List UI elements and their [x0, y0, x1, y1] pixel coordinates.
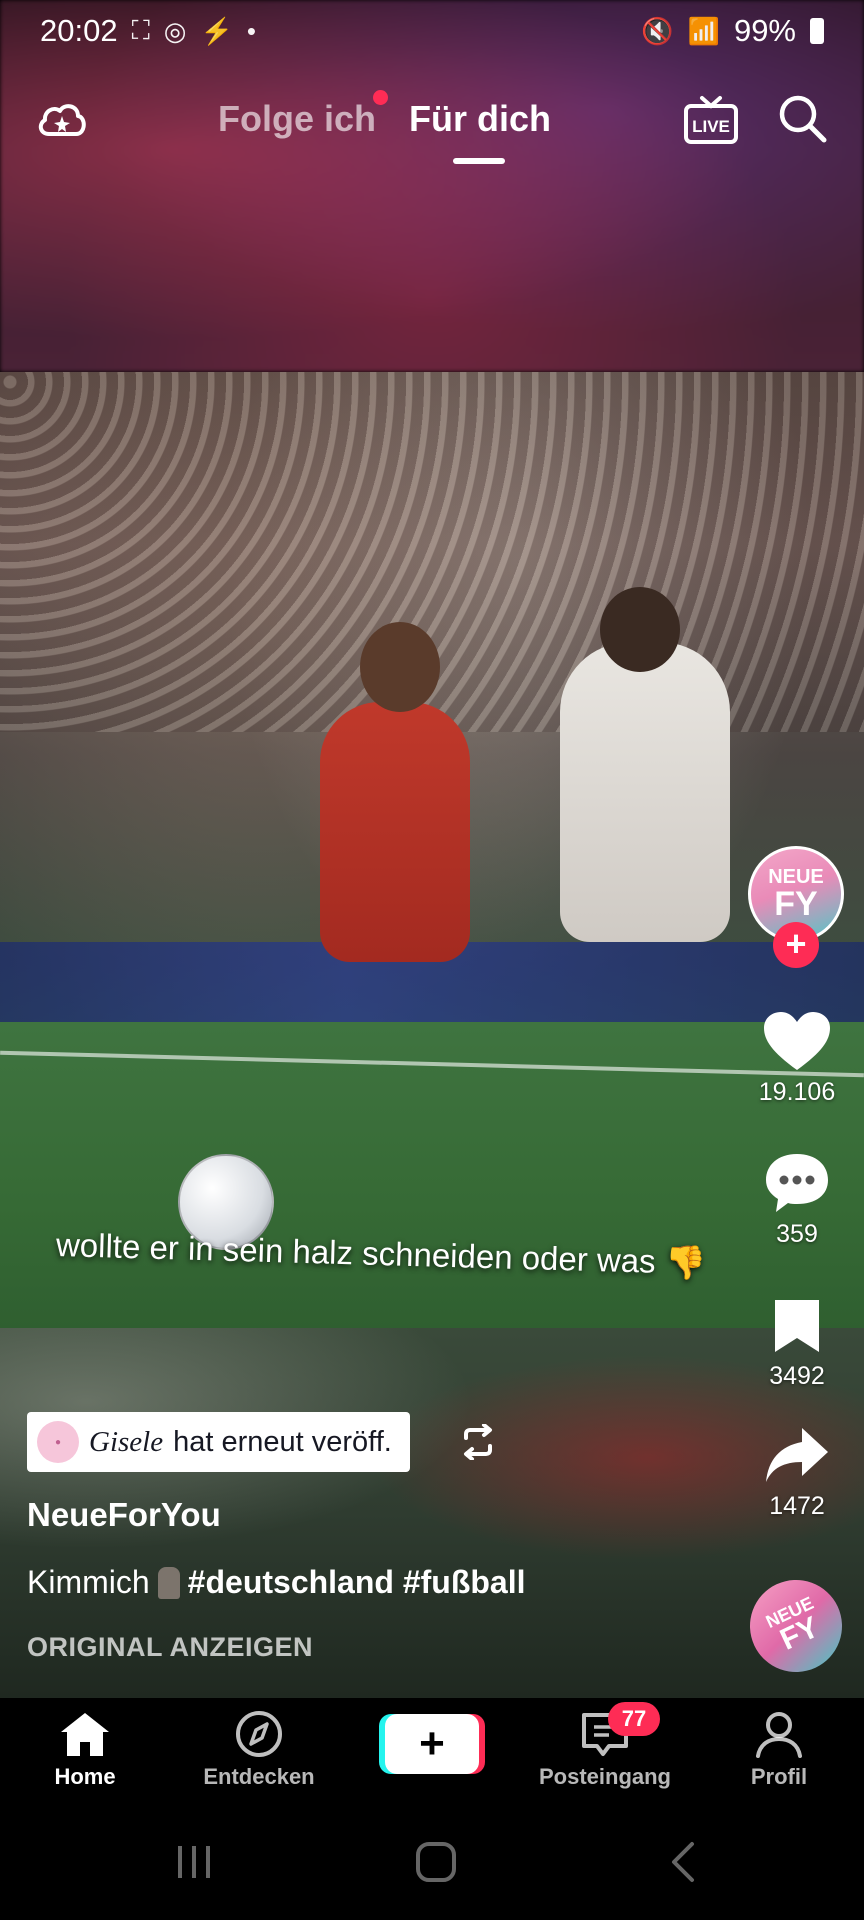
player-red-head	[360, 622, 440, 712]
status-bar: 20:02 ⛶ ◎ ⚡ • 🔇 📶 99%	[0, 0, 864, 62]
player-white-jersey	[560, 642, 730, 942]
dot-icon: •	[246, 15, 256, 46]
repost-user-name: Gisele	[89, 1425, 164, 1458]
home-icon	[61, 1713, 109, 1756]
top-nav: Folge ich Für dich LIVE	[0, 80, 864, 170]
moai-emoji-icon	[157, 1566, 180, 1599]
tab-for-you[interactable]: Für dich	[409, 98, 551, 140]
upload-cloud-icon[interactable]	[34, 94, 90, 150]
system-nav-bar	[0, 1830, 864, 1900]
status-time: 20:02	[40, 13, 118, 48]
compass-icon	[236, 1711, 282, 1757]
share-button[interactable]: 1472	[740, 1424, 854, 1521]
comment-icon	[766, 1154, 828, 1212]
screenshot-icon: ⛶	[131, 15, 150, 45]
mute-icon: 🔇	[641, 15, 674, 46]
battery-icon	[810, 18, 824, 44]
repost-pill[interactable]: ● Gisele hat erneut veröff.	[27, 1412, 410, 1472]
tab-following[interactable]: Folge ich	[218, 98, 376, 140]
bookmark-icon	[775, 1300, 819, 1352]
video-frame[interactable]	[0, 372, 864, 1328]
repost-user-avatar: ●	[37, 1421, 79, 1463]
player-white-head	[600, 587, 680, 672]
nav-inbox-label: Posteingang	[538, 1764, 671, 1789]
active-tab-indicator	[453, 158, 505, 164]
comment-count: 359	[776, 1220, 818, 1248]
avatar-text-bottom: FY	[774, 885, 818, 923]
nav-home[interactable]: Home	[10, 1710, 160, 1790]
wifi-icon: 📶	[687, 15, 720, 46]
nav-discover[interactable]: Entdecken	[184, 1710, 334, 1790]
like-button[interactable]: 19.106	[740, 1010, 854, 1107]
post-description: Kimmich #deutschland #fußball	[27, 1564, 526, 1601]
back-icon[interactable]	[662, 1840, 706, 1884]
profile-icon	[756, 1712, 802, 1758]
repost-icon	[464, 1424, 492, 1460]
show-original-link[interactable]: ORIGINAL ANZEIGEN	[27, 1632, 313, 1663]
home-system-icon[interactable]	[414, 1840, 458, 1884]
recent-apps-icon[interactable]	[172, 1840, 216, 1884]
save-button[interactable]: 3492	[740, 1296, 854, 1391]
live-icon[interactable]: LIVE	[682, 90, 740, 148]
author-name[interactable]: NeueForYou	[27, 1496, 221, 1534]
follow-button[interactable]: +	[773, 922, 819, 968]
save-count: 3492	[769, 1362, 825, 1390]
create-button[interactable]: +	[385, 1714, 479, 1774]
signal-bolt-icon: ⚡	[200, 15, 233, 46]
heart-icon	[764, 1012, 830, 1070]
description-text: Kimmich	[27, 1564, 150, 1600]
nav-discover-label: Entdecken	[203, 1764, 315, 1789]
hashtags[interactable]: #deutschland #fußball	[188, 1564, 526, 1601]
player-red-jersey	[320, 702, 470, 962]
whatsapp-icon: ◎	[163, 15, 187, 46]
share-icon	[766, 1428, 828, 1482]
inbox-badge: 77	[608, 1702, 660, 1736]
like-count: 19.106	[758, 1078, 836, 1106]
share-count: 1472	[769, 1492, 825, 1520]
search-icon[interactable]	[776, 92, 828, 144]
repost-text: hat erneut veröff.	[173, 1425, 392, 1458]
nav-home-label: Home	[54, 1764, 116, 1789]
nav-profile[interactable]: Profil	[704, 1710, 854, 1790]
battery-percent: 99%	[733, 13, 796, 48]
avatar-text-top: NEUE	[768, 866, 824, 888]
new-content-dot	[373, 90, 388, 105]
comment-button[interactable]: 359	[740, 1150, 854, 1249]
live-label: LIVE	[692, 117, 730, 136]
bottom-nav: Home Entdecken + Posteingang 77 Profil	[0, 1700, 864, 1810]
nav-profile-label: Profil	[750, 1764, 808, 1789]
